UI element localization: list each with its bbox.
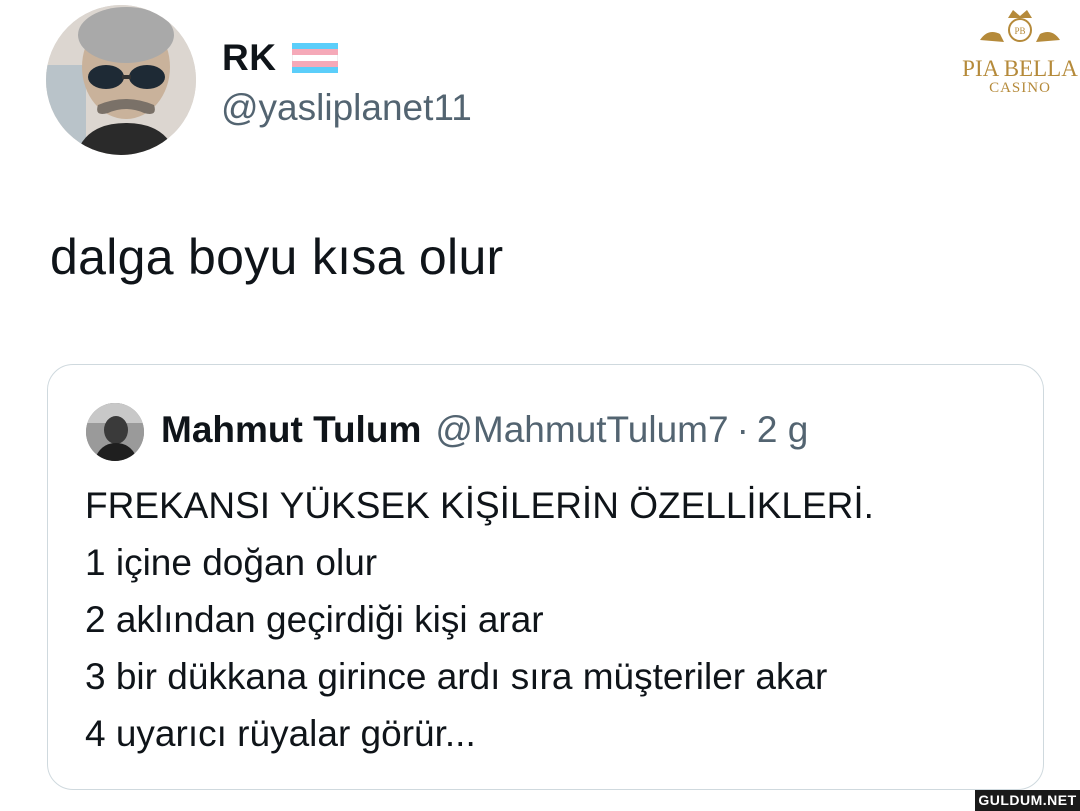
quoted-author-name[interactable]: Mahmut Tulum: [161, 409, 421, 451]
header-separator: ·: [736, 409, 749, 450]
quoted-tweet-timestamp[interactable]: 2 g: [757, 409, 808, 451]
quoted-tweet-line: 4 uyarıcı rüyalar görür...: [85, 713, 476, 754]
profile-photo-icon: [86, 403, 144, 461]
author-name-row: RK: [222, 33, 339, 83]
quoted-tweet-header: Mahmut Tulum @MahmutTulum7 · 2 g: [161, 409, 808, 451]
flag-stripe: [292, 67, 339, 73]
quoted-tweet-line: FREKANSI YÜKSEK KİŞİLERİN ÖZELLİKLERİ.: [85, 485, 874, 526]
author-handle[interactable]: @yasliplanet11: [221, 87, 472, 129]
casino-logo: PB PIA BELLA CASINO: [958, 6, 1080, 96]
logo-brand-text: PIA BELLA: [962, 56, 1078, 81]
quoted-tweet-body: FREKANSI YÜKSEK KİŞİLERİN ÖZELLİKLERİ. 1…: [85, 477, 874, 762]
quoted-author-handle[interactable]: @MahmutTulum7: [435, 409, 728, 451]
quoted-tweet-line: 1 içine doğan olur: [85, 542, 378, 583]
author-display-name[interactable]: RK: [222, 37, 276, 79]
quoted-tweet-card[interactable]: Mahmut Tulum @MahmutTulum7 · 2 g FREKANS…: [47, 364, 1044, 790]
site-watermark: GULDUM.NET: [975, 790, 1080, 811]
transgender-flag-icon: [292, 43, 339, 73]
quoted-tweet-line: 2 aklından geçirdiği kişi arar: [85, 599, 544, 640]
svg-text:PB: PB: [1014, 26, 1025, 36]
quoted-tweet-line: 3 bir dükkana girince ardı sıra müşteril…: [85, 656, 828, 697]
author-avatar[interactable]: [46, 5, 196, 155]
quoted-author-avatar[interactable]: [86, 403, 144, 461]
crown-crest-icon: PB: [980, 10, 1060, 42]
tweet-text: dalga boyu kısa olur: [50, 229, 504, 285]
logo-subbrand-text: CASINO: [989, 80, 1051, 96]
profile-photo-icon: [46, 5, 196, 155]
